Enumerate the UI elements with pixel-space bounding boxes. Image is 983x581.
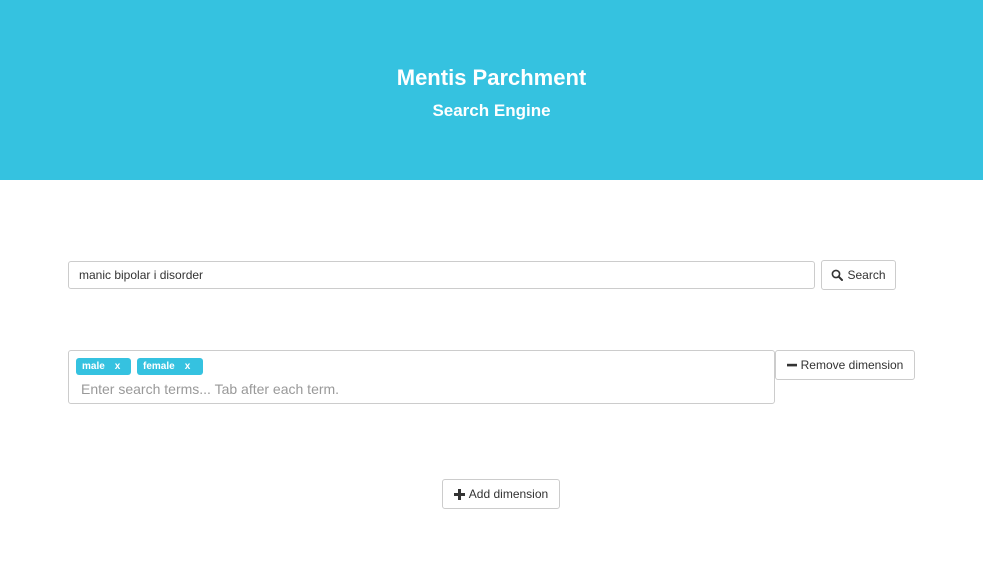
dimension-tag-input[interactable]: male x female x bbox=[68, 350, 775, 404]
remove-dimension-button[interactable]: Remove dimension bbox=[775, 350, 915, 380]
tag-label: female bbox=[143, 361, 175, 372]
app-subtitle: Search Engine bbox=[432, 101, 551, 120]
search-button[interactable]: Search bbox=[821, 260, 896, 290]
header-banner: Mentis Parchment Search Engine bbox=[0, 0, 983, 180]
tag-remove-female[interactable]: x bbox=[185, 361, 191, 372]
remove-dimension-label: Remove dimension bbox=[800, 358, 904, 372]
search-terms-input[interactable] bbox=[81, 379, 761, 399]
add-dimension-button[interactable]: Add dimension bbox=[442, 479, 560, 509]
add-dimension-label: Add dimension bbox=[468, 487, 549, 501]
search-icon bbox=[831, 269, 844, 281]
search-button-label: Search bbox=[847, 268, 886, 282]
tag-male: male x bbox=[76, 358, 131, 375]
tag-label: male bbox=[82, 361, 105, 372]
plus-icon bbox=[453, 488, 465, 500]
tag-female: female x bbox=[137, 358, 203, 375]
app-title: Mentis Parchment bbox=[396, 65, 587, 90]
search-input[interactable] bbox=[68, 261, 815, 289]
minus-icon bbox=[786, 360, 797, 370]
tag-remove-male[interactable]: x bbox=[115, 361, 121, 372]
